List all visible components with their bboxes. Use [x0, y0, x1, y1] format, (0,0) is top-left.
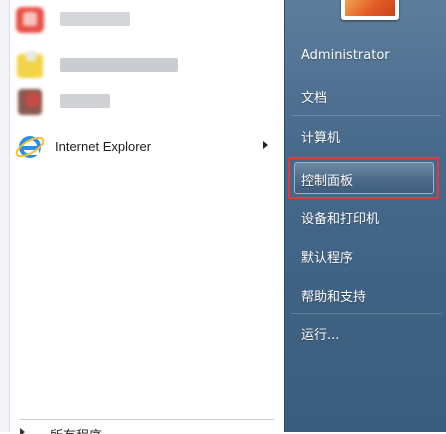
start-menu-programs-pane: Internet Explorer 所有程序	[0, 0, 284, 434]
left-edge	[0, 0, 10, 432]
all-programs-arrow-icon	[20, 428, 25, 434]
program-item-2[interactable]	[12, 46, 274, 84]
blurred-app-icon	[14, 85, 46, 117]
blurred-app-icon	[14, 49, 46, 81]
programs-divider	[20, 419, 274, 420]
menu-item-run[interactable]: 运行...	[301, 324, 339, 343]
all-programs-label: 所有程序	[50, 425, 102, 434]
user-avatar[interactable]	[341, 0, 399, 20]
program-label-internet-explorer: Internet Explorer	[55, 138, 152, 154]
submenu-arrow-icon[interactable]	[263, 141, 268, 149]
menu-separator	[291, 115, 441, 116]
menu-item-computer[interactable]: 计算机	[301, 127, 340, 146]
menu-item-documents[interactable]: 文档	[301, 87, 327, 106]
menu-separator	[291, 313, 441, 314]
menu-item-user[interactable]: Administrator	[301, 48, 390, 63]
menu-item-help-support[interactable]: 帮助和支持	[301, 286, 366, 305]
program-label-3	[60, 94, 110, 108]
start-menu-right-pane: Administrator 文档 计算机 控制面板 设备和打印机 默认程序 帮助…	[284, 0, 446, 432]
menu-item-default-programs[interactable]: 默认程序	[301, 247, 353, 266]
program-item-1[interactable]	[12, 0, 274, 38]
internet-explorer-icon	[14, 130, 46, 162]
all-programs-button[interactable]: 所有程序	[20, 424, 130, 434]
blurred-app-icon	[14, 3, 46, 35]
program-item-internet-explorer[interactable]: Internet Explorer	[12, 127, 274, 165]
menu-item-devices-printers[interactable]: 设备和打印机	[301, 208, 379, 227]
program-item-3[interactable]	[12, 82, 274, 120]
program-label-1	[60, 12, 130, 26]
menu-item-control-panel[interactable]: 控制面板	[301, 170, 353, 189]
program-label-2	[60, 58, 178, 72]
user-picture-icon	[345, 0, 395, 16]
